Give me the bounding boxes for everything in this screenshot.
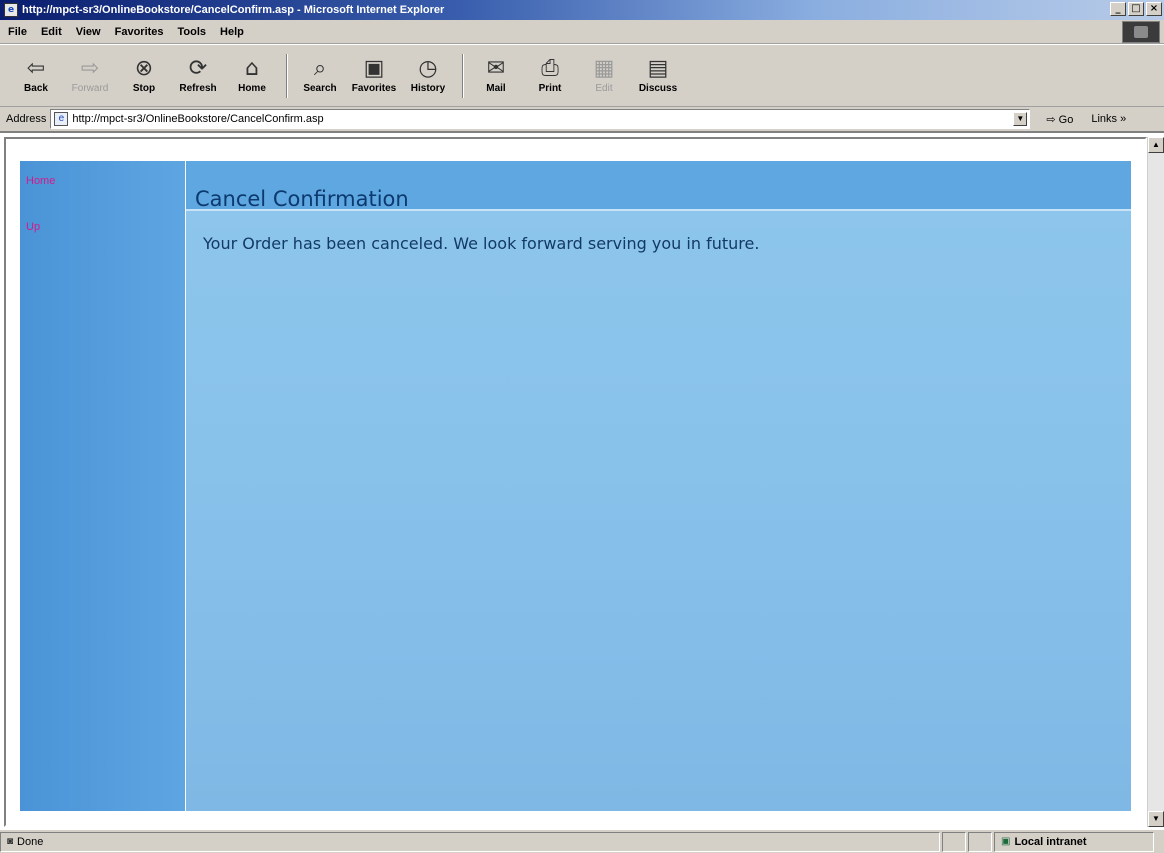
discuss-label: Discuss [638,83,678,94]
menu-favorites[interactable]: Favorites [115,26,164,38]
main-content: Cancel Confirmation Your Order has been … [186,161,1131,811]
print-button[interactable]: ⎙ Print [524,51,576,101]
page-title: Cancel Confirmation [195,187,409,211]
confirmation-message: Your Order has been canceled. We look fo… [203,234,760,253]
home-button[interactable]: ⌂ Home [226,51,278,101]
home-label: Home [238,83,266,94]
discuss-icon: ▤ [647,56,669,81]
back-button[interactable]: ⇦ Back [10,51,62,101]
status-panel: ◙ Done [0,831,940,852]
page-icon: e [54,112,69,126]
back-label: Back [24,83,48,94]
edit-icon: ▦ [593,56,615,81]
page-viewport: Home Up Cancel Confirmation Your Order h… [4,137,1147,827]
menu-help[interactable]: Help [220,26,244,38]
address-input[interactable]: e http://mpct-sr3/OnlineBookstore/Cancel… [50,109,1031,129]
history-label: History [410,83,446,94]
search-icon: ⌕ [313,56,327,81]
edit-button[interactable]: ▦ Edit [578,51,630,101]
stop-label: Stop [132,83,156,94]
forward-arrow-icon: ⇨ [80,56,100,81]
forward-label: Forward [71,83,109,94]
scroll-down-icon[interactable]: ▼ [1148,811,1164,827]
status-bar: ◙ Done ▣ Local intranet [0,829,1164,853]
menu-edit[interactable]: Edit [41,26,62,38]
close-button[interactable]: × [1146,2,1162,16]
chevron-down-icon[interactable]: ▼ [1013,112,1028,126]
security-zone: ▣ Local intranet [994,831,1154,852]
address-url[interactable]: http://mpct-sr3/OnlineBookstore/CancelCo… [72,113,323,125]
address-bar: Address e http://mpct-sr3/OnlineBookstor… [0,107,1164,133]
mail-label: Mail [486,83,506,94]
stop-button[interactable]: ⊗ Stop [118,51,170,101]
go-label: Go [1058,113,1074,126]
edit-label: Edit [595,83,613,94]
address-label: Address [6,113,47,125]
mail-icon: ✉ [486,56,506,81]
menu-bar: File Edit View Favorites Tools Help [0,20,1164,44]
window-controls: _ □ × [1110,2,1162,16]
nav-pane: Home Up [20,161,185,811]
favorites-icon: ▣ [363,56,385,81]
standard-toolbar: ⇦ Back ⇨ Forward ⊗ Stop ⟳ Refresh ⌂ Home… [0,45,1164,107]
page-done-icon: ◙ [7,836,14,847]
window-title: http://mpct-sr3/OnlineBookstore/CancelCo… [22,4,445,16]
search-label: Search [303,83,337,94]
window-title-bar: e http://mpct-sr3/OnlineBookstore/Cancel… [0,0,1164,20]
nav-link-home[interactable]: Home [26,175,55,187]
forward-button[interactable]: ⇨ Forward [64,51,116,101]
print-label: Print [538,83,562,94]
back-arrow-icon: ⇦ [26,56,46,81]
intranet-zone-icon: ▣ [1001,836,1011,847]
history-icon: ◷ [418,56,438,81]
status-empty-panel [942,831,966,852]
ie-app-icon[interactable]: e [4,3,18,17]
nav-link-up[interactable]: Up [26,221,40,233]
windows-logo-throbber-icon [1122,21,1160,43]
print-icon: ⎙ [541,56,559,81]
heading-bar: Cancel Confirmation [186,161,1131,211]
links-button[interactable]: Links » [1091,113,1126,125]
favorites-button[interactable]: ▣ Favorites [348,51,400,101]
refresh-button[interactable]: ⟳ Refresh [172,51,224,101]
refresh-label: Refresh [179,83,217,94]
scroll-up-icon[interactable]: ▲ [1148,137,1164,153]
toolbar-separator [286,53,288,98]
maximize-button[interactable]: □ [1128,2,1144,16]
go-button[interactable]: ⇨ Go [1046,113,1073,126]
history-button[interactable]: ◷ History [402,51,454,101]
search-button[interactable]: ⌕ Search [294,51,346,101]
favorites-label: Favorites [351,83,397,94]
menu-tools[interactable]: Tools [178,26,207,38]
stop-icon: ⊗ [134,56,154,81]
zone-text: Local intranet [1014,835,1087,848]
discuss-button[interactable]: ▤ Discuss [632,51,684,101]
toolbar-separator [462,53,464,98]
home-icon: ⌂ [245,56,259,81]
mail-button[interactable]: ✉ Mail [470,51,522,101]
refresh-icon: ⟳ [188,56,208,81]
status-empty-panel [968,831,992,852]
menu-file[interactable]: File [8,26,27,38]
menu-view[interactable]: View [76,26,101,38]
status-text: Done [17,835,44,848]
vertical-scrollbar[interactable]: ▲ ▼ [1147,137,1164,827]
minimize-button[interactable]: _ [1110,2,1126,16]
